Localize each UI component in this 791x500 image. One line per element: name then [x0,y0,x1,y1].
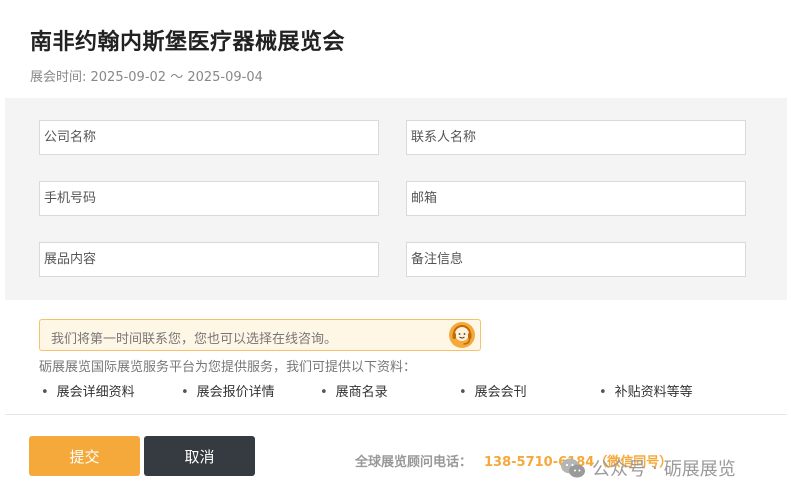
remarks-field[interactable] [406,242,746,277]
divider [5,414,787,415]
email-field[interactable] [406,181,746,216]
wechat-icon [561,458,585,478]
notice-text: 我们将第一时间联系您，您也可以选择在线咨询。 [51,332,338,347]
resource-item: • 展会报价详情 [181,385,275,400]
resource-item: • 补贴资料等等 [599,385,693,400]
page-title: 南非约翰内斯堡医疗器械展览会 [30,30,346,55]
exhibition-dates: 展会时间: 2025-09-02 ～ 2025-09-04 [30,70,263,85]
phone-field[interactable] [39,181,379,216]
exhibit-content-field[interactable] [39,242,379,277]
submit-button[interactable]: 提交 [29,436,140,476]
resource-item: • 展商名录 [320,385,388,400]
cancel-button[interactable]: 取消 [144,436,255,476]
service-intro: 砺展展览国际展览服务平台为您提供服务，我们可提供以下资料： [39,360,417,375]
company-name-field[interactable] [39,120,379,155]
inquiry-form [5,98,787,300]
watermark-source: 公众号 [592,459,646,480]
resource-item: • 展会会刊 [459,385,527,400]
contact-name-field[interactable] [406,120,746,155]
contact-notice: 我们将第一时间联系您，您也可以选择在线咨询。 [39,319,481,351]
watermark: 公众号 · 砺展展览 [560,455,736,481]
customer-service-icon[interactable] [448,321,476,349]
watermark-name: 砺展展览 [663,459,736,480]
watermark-separator: · [652,457,658,479]
resource-item: • 展会详细资料 [41,385,135,400]
hotline-label: 全球展览顾问电话： [355,455,473,470]
